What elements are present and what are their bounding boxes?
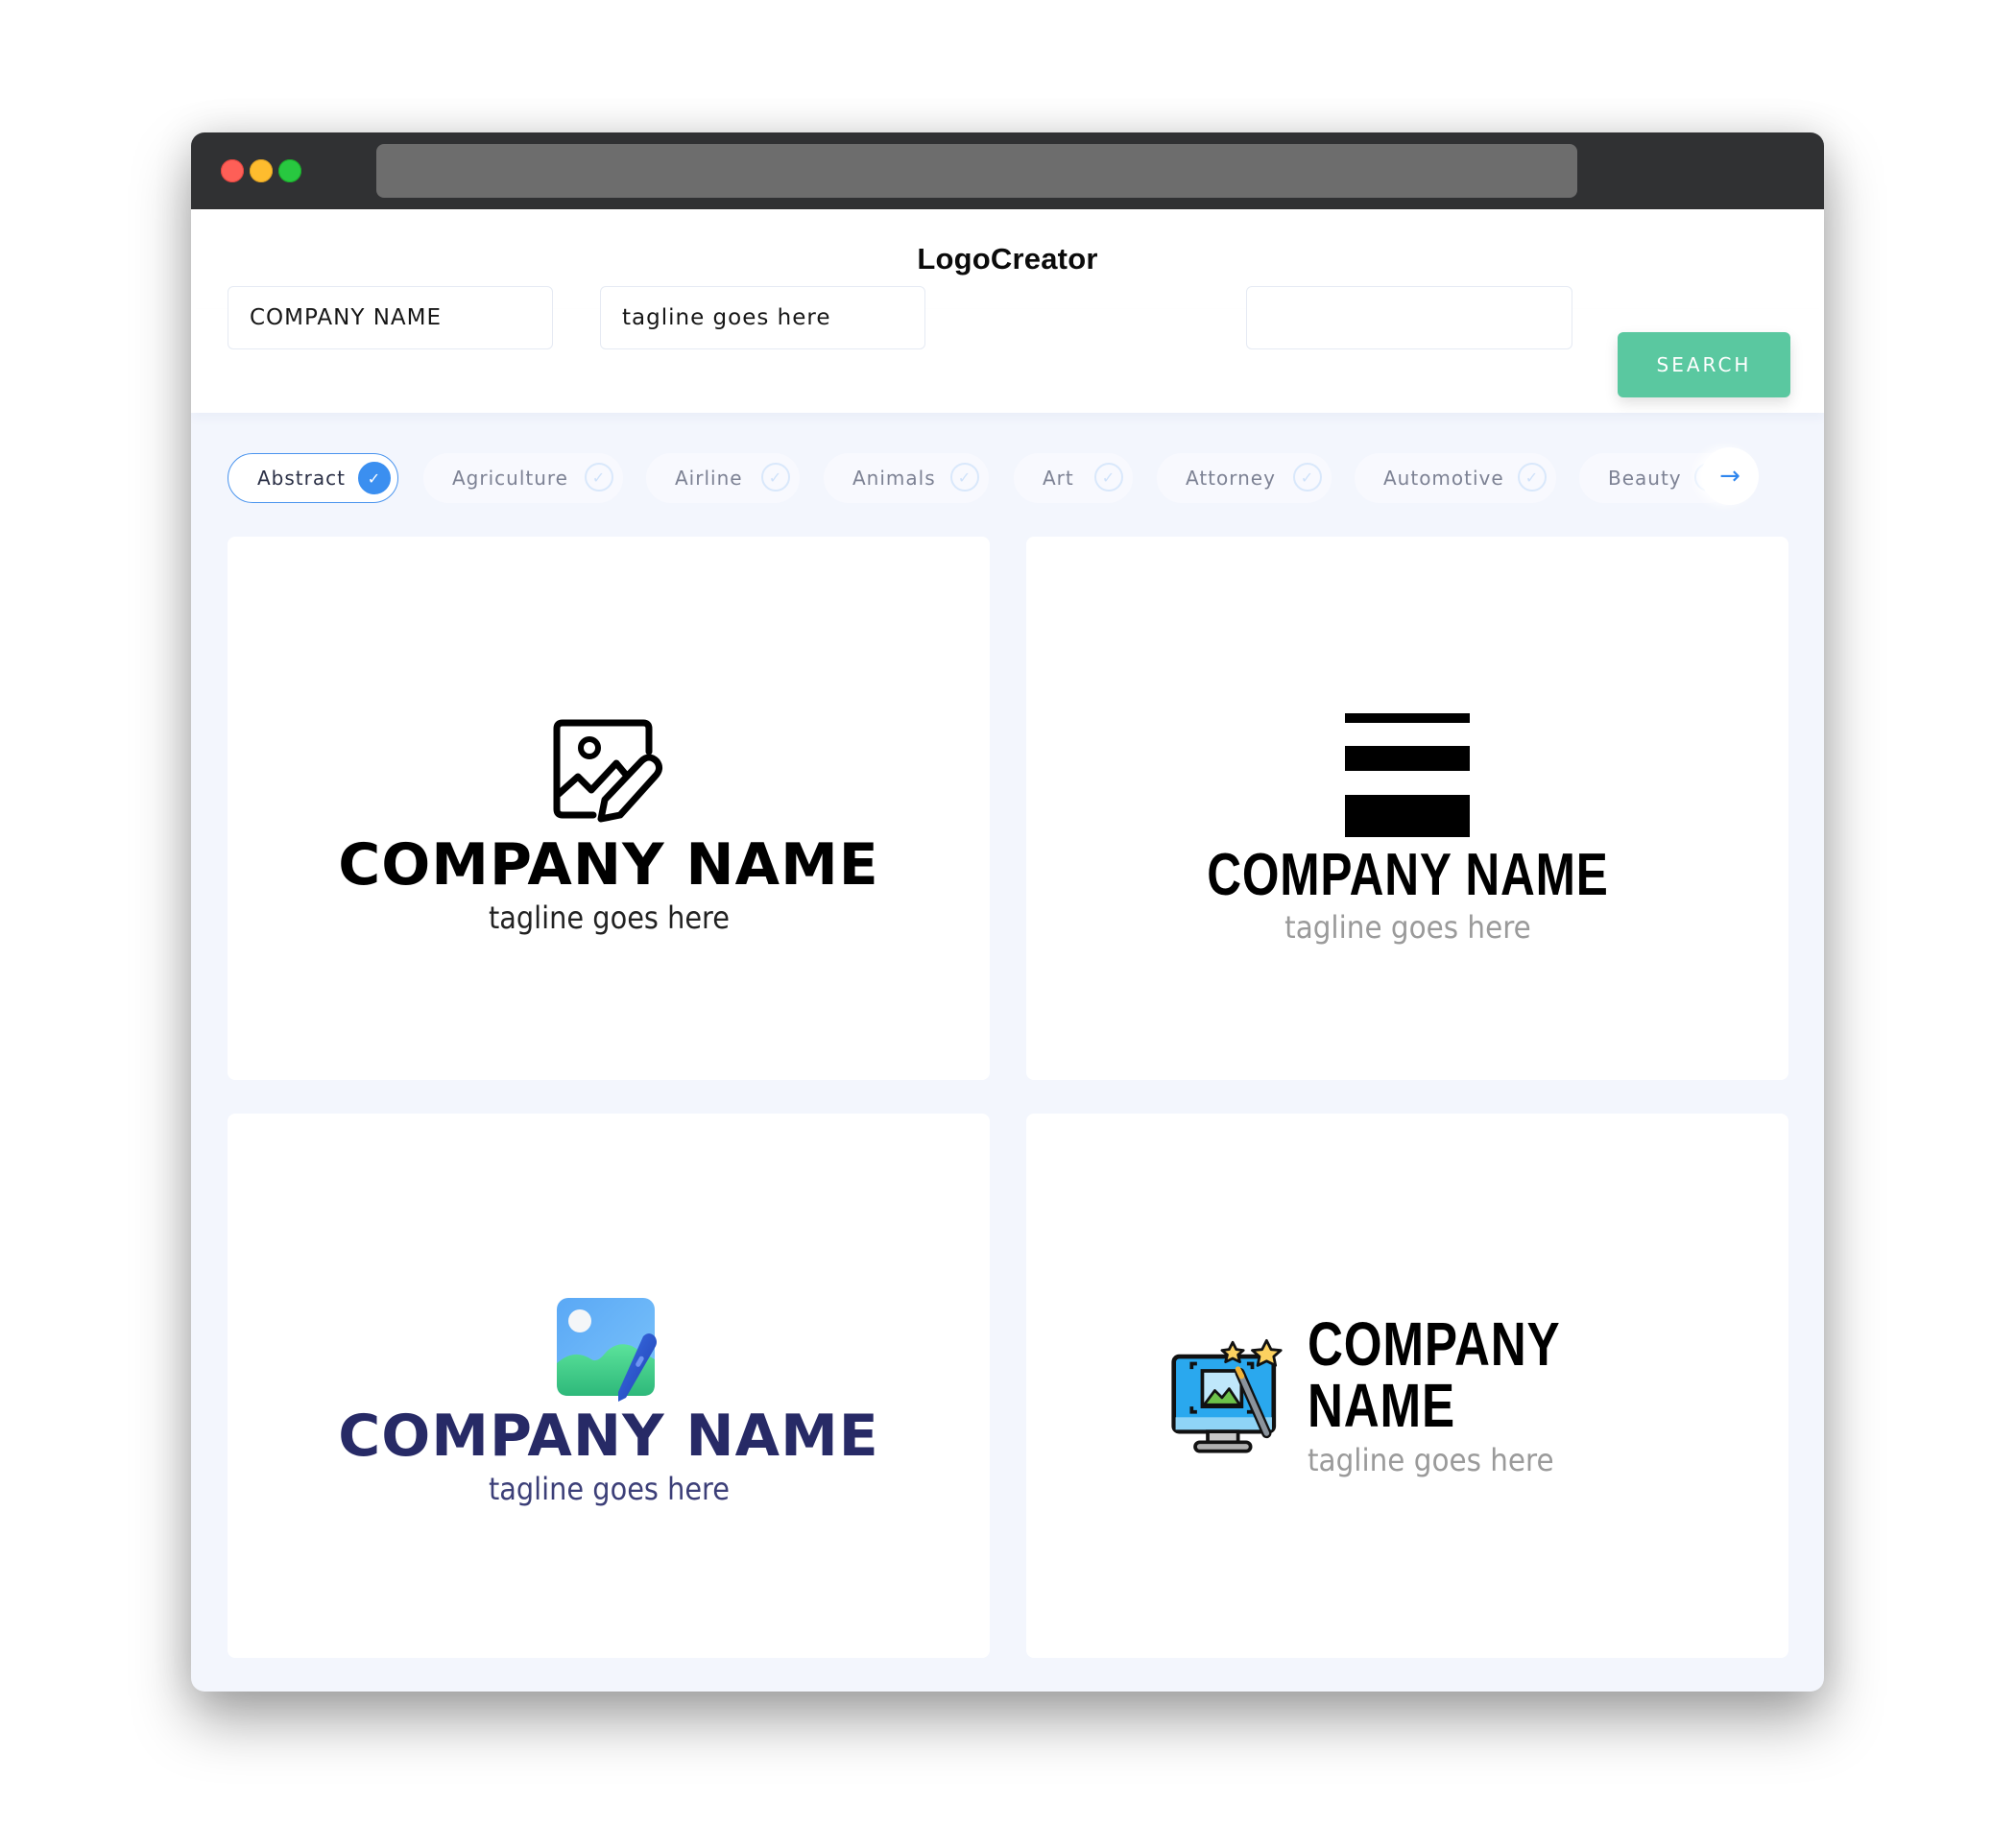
app-title[interactable]: LogoCreator (917, 242, 1097, 276)
search-button[interactable]: SEARCH (1618, 332, 1790, 397)
category-chip-label: Animals (852, 467, 936, 490)
logo-tagline: tagline goes here (488, 900, 730, 936)
logo-company-name: COMPANY NAME (338, 1403, 879, 1470)
category-chip-abstract[interactable]: Abstract ✓ (228, 453, 398, 503)
logo-company-name: COMPANY NAME (1307, 1309, 1560, 1440)
check-icon: ✓ (1293, 463, 1322, 492)
maximize-window-button[interactable] (278, 159, 301, 182)
check-icon: ✓ (585, 463, 613, 492)
check-icon: ✓ (761, 463, 790, 492)
category-chip-label: Beauty (1608, 467, 1682, 490)
arrow-right-icon: → (1719, 462, 1740, 491)
check-icon: ✓ (950, 463, 979, 492)
image-edit-gradient-icon (557, 1298, 657, 1402)
logo-tagline: tagline goes here (1307, 1442, 1554, 1478)
check-icon: ✓ (1518, 463, 1547, 492)
categories-next-button[interactable]: → (1701, 447, 1759, 505)
category-chip-label: Art (1043, 467, 1074, 490)
category-chip-automotive[interactable]: Automotive ✓ (1355, 453, 1556, 503)
logo-card[interactable]: COMPANY NAME tagline goes here (1026, 537, 1788, 1080)
stacked-bars-icon (1345, 713, 1470, 837)
browser-titlebar (191, 132, 1824, 209)
category-chip-animals[interactable]: Animals ✓ (824, 453, 989, 503)
minimize-window-button[interactable] (250, 159, 273, 182)
logo-company-name: COMPANY NAME (338, 831, 879, 899)
category-chip-label: Agriculture (452, 467, 568, 490)
category-chip-label: Attorney (1186, 467, 1276, 490)
image-edit-outline-icon (553, 719, 663, 823)
close-window-button[interactable] (221, 159, 244, 182)
logo-card[interactable]: COMPANY NAME tagline goes here (1026, 1114, 1788, 1658)
address-bar[interactable] (376, 144, 1577, 198)
category-chip-label: Airline (675, 467, 743, 490)
category-filter-bar: Abstract ✓ Agriculture ✓ Airline ✓ Anima… (191, 445, 1824, 518)
tagline-input[interactable] (600, 286, 925, 349)
keyword-input[interactable] (1246, 286, 1572, 349)
category-chip-agriculture[interactable]: Agriculture ✓ (423, 453, 623, 503)
check-icon: ✓ (1094, 463, 1123, 492)
category-chip-label: Abstract (257, 467, 346, 490)
company-name-input[interactable] (228, 286, 553, 349)
category-chip-airline[interactable]: Airline ✓ (646, 453, 800, 503)
logo-card[interactable]: COMPANY NAME tagline goes here (228, 1114, 990, 1658)
logo-tagline: tagline goes here (488, 1471, 730, 1507)
browser-window: LogoCreator SEARCH Abstract ✓ Agricultur… (191, 132, 1824, 1692)
logo-tagline: tagline goes here (1284, 909, 1531, 946)
logo-card[interactable]: COMPANY NAME tagline goes here (228, 537, 990, 1080)
category-chip-art[interactable]: Art ✓ (1014, 453, 1133, 503)
category-chip-attorney[interactable]: Attorney ✓ (1157, 453, 1332, 503)
logo-company-name: COMPANY NAME (1206, 842, 1609, 908)
monitor-image-magic-wand-icon (1171, 1338, 1283, 1453)
category-chip-label: Automotive (1383, 467, 1504, 490)
check-icon: ✓ (358, 462, 391, 494)
